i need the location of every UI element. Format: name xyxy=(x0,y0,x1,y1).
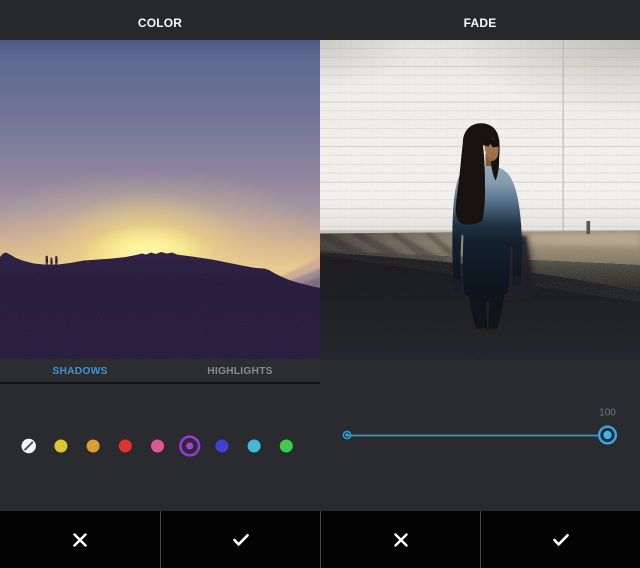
svg-text:100: 100 xyxy=(599,408,616,419)
